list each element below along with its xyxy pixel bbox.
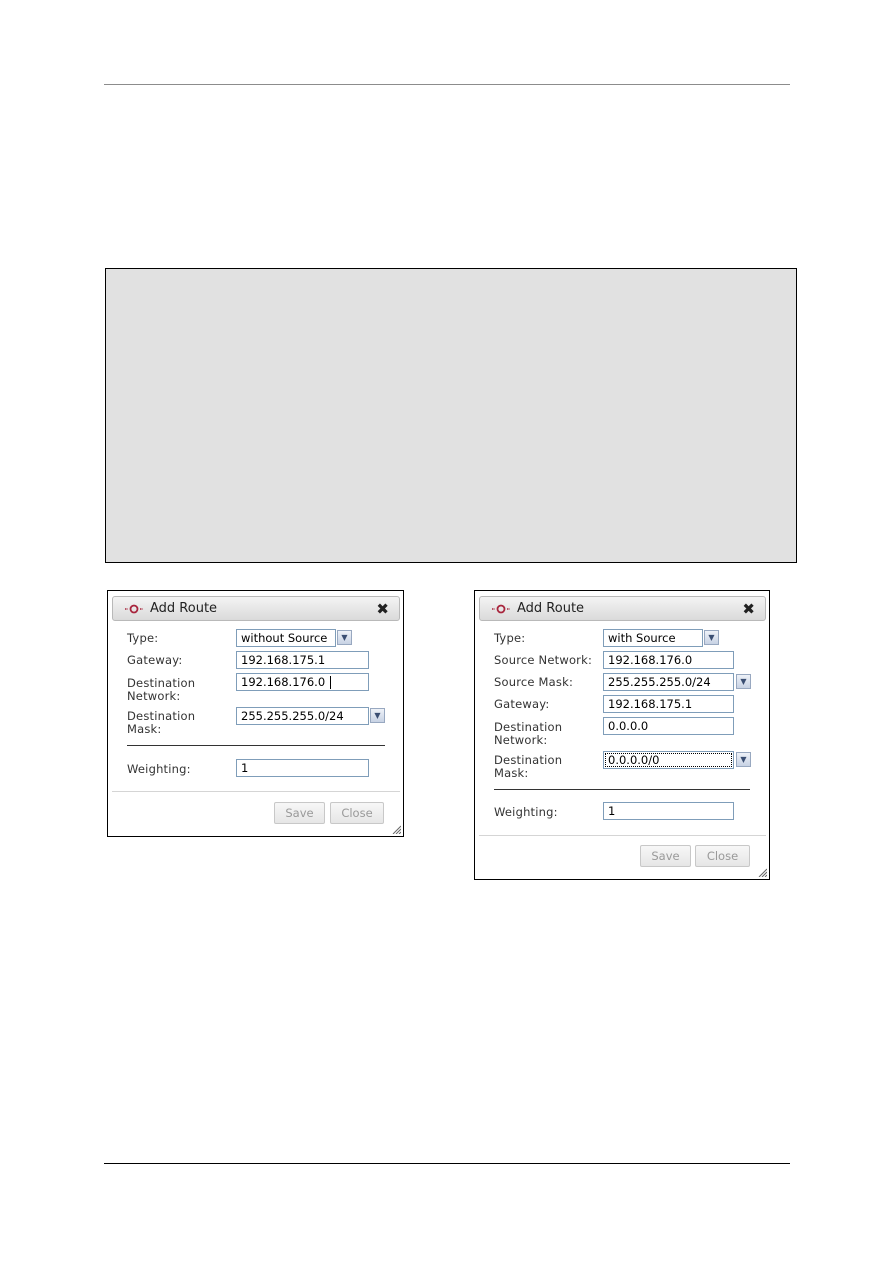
destination-mask-select[interactable]: 0.0.0.0/0 (603, 751, 734, 769)
resize-grip-icon[interactable] (757, 867, 767, 877)
destination-network-label-line2: Network: (494, 733, 548, 747)
source-mask-label: Source Mask: (494, 675, 574, 689)
destination-mask-select-value: 0.0.0.0/0 (608, 753, 660, 767)
gateway-label: Gateway: (127, 653, 183, 667)
chevron-down-icon[interactable]: ▼ (736, 752, 751, 767)
chevron-down-icon[interactable]: ▼ (736, 674, 751, 689)
type-select-value: without Source (241, 631, 328, 645)
source-network-label: Source Network: (494, 653, 593, 667)
section-divider (127, 745, 385, 746)
type-select[interactable]: with Source (603, 629, 703, 647)
save-button[interactable]: Save (274, 802, 325, 824)
save-button[interactable]: Save (640, 845, 691, 867)
gateway-input[interactable] (603, 695, 734, 713)
resize-grip-icon[interactable] (391, 824, 401, 834)
destination-network-input[interactable] (236, 673, 369, 691)
weighting-label: Weighting: (494, 805, 558, 819)
footer-divider (479, 835, 766, 836)
destination-mask-label-line2: Mask: (494, 766, 529, 780)
close-icon[interactable]: ✖ (742, 599, 755, 619)
close-button[interactable]: Close (330, 802, 384, 824)
add-route-dialog-without-source: Add Route ✖ Type: without Source ▼ Gatew… (107, 590, 404, 837)
close-button[interactable]: Close (695, 845, 750, 867)
weighting-label: Weighting: (127, 762, 191, 776)
figure-placeholder-box (105, 268, 797, 563)
destination-network-label-line2: Network: (127, 689, 181, 703)
dialog-title: Add Route (150, 601, 218, 616)
gateway-label: Gateway: (494, 697, 550, 711)
destination-mask-label-line2: Mask: (127, 722, 162, 736)
chevron-down-icon[interactable]: ▼ (370, 708, 385, 723)
header-rule (104, 84, 790, 85)
type-label: Type: (494, 631, 526, 645)
destination-network-label-line1: Destination (127, 676, 196, 690)
destination-mask-select-value: 255.255.255.0/24 (241, 709, 344, 723)
dialog-title: Add Route (517, 601, 585, 616)
destination-network-label: Destination Network: (127, 677, 195, 703)
text-cursor (330, 676, 331, 689)
type-select-value: with Source (608, 631, 676, 645)
route-icon (492, 604, 510, 614)
type-label: Type: (127, 631, 159, 645)
weighting-input[interactable] (236, 759, 369, 777)
chevron-down-icon[interactable]: ▼ (337, 630, 352, 645)
destination-network-input[interactable] (603, 717, 734, 735)
weighting-input[interactable] (603, 802, 734, 820)
add-route-dialog-with-source: Add Route ✖ Type: with Source ▼ Source N… (474, 590, 770, 880)
section-divider (494, 789, 750, 790)
gateway-input[interactable] (236, 651, 369, 669)
close-icon[interactable]: ✖ (376, 599, 389, 619)
source-network-input[interactable] (603, 651, 734, 669)
footer-rule (104, 1163, 790, 1164)
type-select[interactable]: without Source (236, 629, 336, 647)
chevron-down-icon[interactable]: ▼ (704, 630, 719, 645)
destination-mask-label: Destination Mask: (494, 754, 562, 780)
destination-network-label: Destination Network: (494, 721, 562, 747)
dialog-titlebar[interactable]: Add Route ✖ (112, 596, 400, 621)
dialog-titlebar[interactable]: Add Route ✖ (479, 596, 766, 621)
footer-divider (112, 791, 400, 792)
source-mask-select[interactable]: 255.255.255.0/24 (603, 673, 734, 691)
destination-mask-select[interactable]: 255.255.255.0/24 (236, 707, 369, 725)
destination-mask-label-line1: Destination (127, 709, 196, 723)
destination-mask-label: Destination Mask: (127, 710, 195, 736)
destination-mask-label-line1: Destination (494, 753, 563, 767)
source-mask-select-value: 255.255.255.0/24 (608, 675, 711, 689)
route-icon (125, 604, 143, 614)
destination-network-label-line1: Destination (494, 720, 563, 734)
